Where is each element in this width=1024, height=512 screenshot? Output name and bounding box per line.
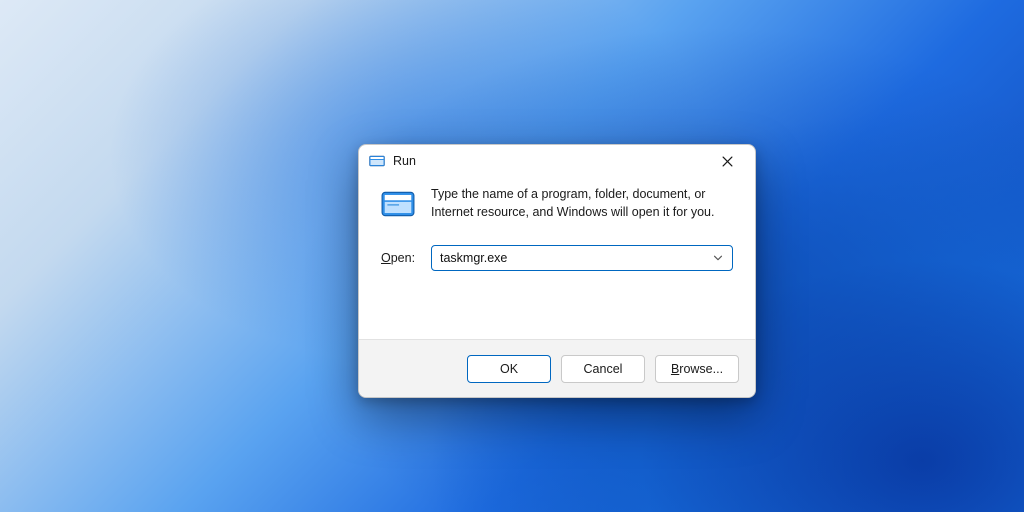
open-label: Open: bbox=[381, 251, 421, 265]
titlebar[interactable]: Run bbox=[359, 145, 755, 177]
open-input[interactable] bbox=[431, 245, 733, 271]
close-icon bbox=[722, 156, 733, 167]
ok-button[interactable]: OK bbox=[467, 355, 551, 383]
chevron-down-icon bbox=[713, 253, 723, 263]
run-dialog-icon bbox=[381, 187, 415, 221]
window-close-button[interactable] bbox=[705, 147, 749, 175]
dialog-content: Type the name of a program, folder, docu… bbox=[359, 177, 755, 339]
combobox-dropdown-button[interactable] bbox=[709, 245, 727, 271]
dialog-description: Type the name of a program, folder, docu… bbox=[431, 185, 733, 221]
dialog-title: Run bbox=[393, 154, 416, 168]
cancel-button[interactable]: Cancel bbox=[561, 355, 645, 383]
run-title-icon bbox=[369, 153, 385, 169]
browse-button[interactable]: Browse... bbox=[655, 355, 739, 383]
run-dialog: Run Type the name of a program, folder, … bbox=[358, 144, 756, 398]
dialog-footer: OK Cancel Browse... bbox=[359, 339, 755, 397]
open-combobox[interactable] bbox=[431, 245, 733, 271]
